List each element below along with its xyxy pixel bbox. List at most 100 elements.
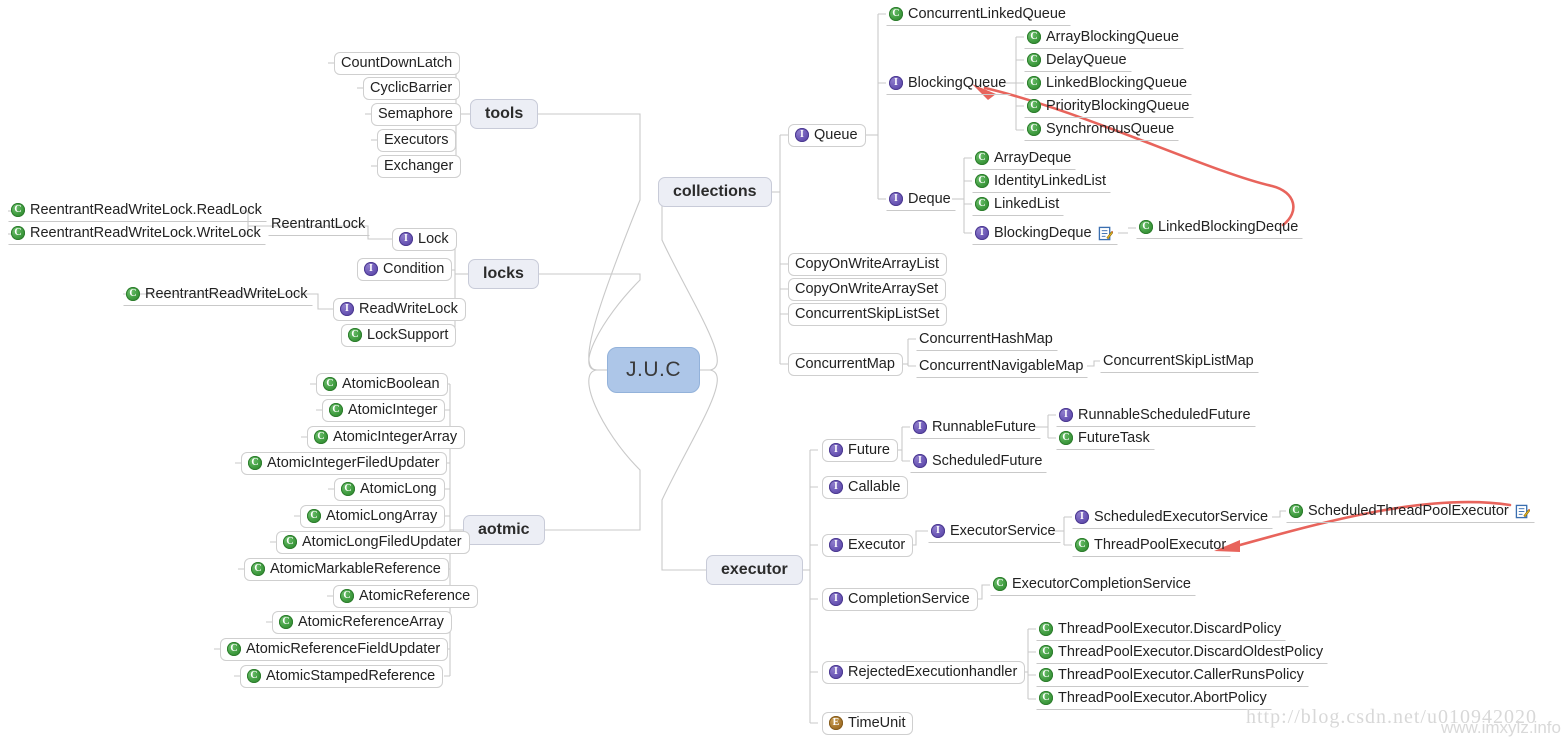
node-cyclic-barrier[interactable]: CyclicBarrier bbox=[363, 77, 461, 100]
node-label: AtomicReferenceArray bbox=[298, 613, 444, 630]
node-reentrant-read-write-lock[interactable]: C ReentrantReadWriteLock bbox=[123, 283, 313, 306]
node-priority-blocking-queue[interactable]: C PriorityBlockingQueue bbox=[1024, 95, 1195, 118]
node-concurrent-navigable-map[interactable]: ConcurrentNavigableMap bbox=[916, 355, 1089, 378]
class-icon: C bbox=[1027, 122, 1041, 136]
node-semaphore[interactable]: Semaphore bbox=[371, 103, 461, 126]
node-reentrant-read-write-lock-writelock[interactable]: C ReentrantReadWriteLock.WriteLock bbox=[8, 222, 266, 245]
node-atomic-long-filed-updater[interactable]: C AtomicLongFiledUpdater bbox=[276, 531, 470, 554]
node-label: ReentrantReadWriteLock.WriteLock bbox=[30, 224, 261, 241]
node-runnable-scheduled-future[interactable]: I RunnableScheduledFuture bbox=[1056, 404, 1256, 427]
branch-collections-label: collections bbox=[673, 183, 757, 200]
node-atomic-reference-array[interactable]: C AtomicReferenceArray bbox=[272, 611, 452, 634]
node-label: ArrayDeque bbox=[994, 149, 1072, 166]
enum-icon: E bbox=[829, 716, 843, 730]
interface-icon: I bbox=[829, 665, 843, 679]
node-atomic-long[interactable]: C AtomicLong bbox=[334, 478, 445, 501]
node-executor-completion-service[interactable]: C ExecutorCompletionService bbox=[990, 573, 1196, 596]
node-lock-support[interactable]: C LockSupport bbox=[341, 324, 457, 347]
node-atomic-integer[interactable]: C AtomicInteger bbox=[322, 399, 446, 422]
node-concurrent-skip-list-map[interactable]: ConcurrentSkipListMap bbox=[1100, 350, 1259, 373]
node-scheduled-thread-pool-executor[interactable]: C ScheduledThreadPoolExecutor bbox=[1286, 500, 1535, 523]
node-read-write-lock[interactable]: I ReadWriteLock bbox=[333, 298, 466, 321]
node-scheduled-future[interactable]: I ScheduledFuture bbox=[910, 450, 1048, 473]
node-concurrent-skip-list-set[interactable]: ConcurrentSkipListSet bbox=[788, 303, 948, 326]
branch-tools[interactable]: tools bbox=[470, 99, 539, 129]
branch-collections[interactable]: collections bbox=[658, 177, 772, 207]
node-atomic-markable-reference[interactable]: C AtomicMarkableReference bbox=[244, 558, 449, 581]
node-reentrant-read-write-lock-readlock[interactable]: C ReentrantReadWriteLock.ReadLock bbox=[8, 199, 267, 222]
node-label: TimeUnit bbox=[848, 714, 906, 731]
node-array-blocking-queue[interactable]: C ArrayBlockingQueue bbox=[1024, 26, 1184, 49]
node-identity-linked-list[interactable]: C IdentityLinkedList bbox=[972, 170, 1112, 193]
node-runnable-future[interactable]: I RunnableFuture bbox=[910, 416, 1041, 439]
node-label: AtomicStampedReference bbox=[266, 667, 436, 684]
node-label: ThreadPoolExecutor bbox=[1094, 536, 1227, 553]
watermark-imxylz: www.imxylz.info bbox=[1441, 718, 1561, 737]
node-atomic-long-array[interactable]: C AtomicLongArray bbox=[300, 505, 446, 528]
node-count-down-latch[interactable]: CountDownLatch bbox=[334, 52, 461, 75]
node-label: ConcurrentSkipListSet bbox=[795, 305, 940, 322]
node-executor-service[interactable]: I ExecutorService bbox=[928, 520, 1061, 543]
node-atomic-reference[interactable]: C AtomicReference bbox=[333, 585, 479, 608]
node-rejected-execution-handler[interactable]: I RejectedExecutionhandler bbox=[822, 661, 1026, 684]
node-synchronous-queue[interactable]: C SynchronousQueue bbox=[1024, 118, 1180, 141]
node-future-task[interactable]: C FutureTask bbox=[1056, 427, 1155, 450]
node-label: ConcurrentLinkedQueue bbox=[908, 5, 1066, 22]
node-delay-queue[interactable]: C DelayQueue bbox=[1024, 49, 1132, 72]
node-atomic-reference-field-updater[interactable]: C AtomicReferenceFieldUpdater bbox=[220, 638, 449, 661]
node-concurrent-linked-queue[interactable]: C ConcurrentLinkedQueue bbox=[886, 3, 1071, 26]
node-label: Condition bbox=[383, 260, 445, 277]
node-callable[interactable]: I Callable bbox=[822, 476, 909, 499]
node-blocking-queue[interactable]: I BlockingQueue bbox=[886, 72, 1012, 95]
node-concurrent-map[interactable]: ConcurrentMap bbox=[788, 353, 903, 376]
class-icon: C bbox=[1039, 691, 1053, 705]
node-executors[interactable]: Executors bbox=[377, 129, 457, 152]
branch-executor-label: executor bbox=[721, 561, 788, 578]
node-discard-oldest-policy[interactable]: C ThreadPoolExecutor.DiscardOldestPolicy bbox=[1036, 641, 1329, 664]
class-icon: C bbox=[126, 287, 140, 301]
node-condition[interactable]: I Condition bbox=[357, 258, 453, 281]
node-linked-list[interactable]: C LinkedList bbox=[972, 193, 1065, 216]
interface-icon: I bbox=[1075, 510, 1089, 524]
node-atomic-integer-filed-updater[interactable]: C AtomicIntegerFiledUpdater bbox=[241, 452, 448, 475]
interface-icon: I bbox=[340, 302, 354, 316]
branch-locks[interactable]: locks bbox=[468, 259, 539, 289]
node-label: Callable bbox=[848, 478, 901, 495]
node-linked-blocking-queue[interactable]: C LinkedBlockingQueue bbox=[1024, 72, 1193, 95]
node-caller-runs-policy[interactable]: C ThreadPoolExecutor.CallerRunsPolicy bbox=[1036, 664, 1309, 687]
branch-executor[interactable]: executor bbox=[706, 555, 803, 585]
node-copy-on-write-array-list[interactable]: CopyOnWriteArrayList bbox=[788, 253, 947, 276]
branch-aotmic[interactable]: aotmic bbox=[463, 515, 545, 545]
node-label: Exchanger bbox=[384, 157, 454, 174]
node-label: AtomicInteger bbox=[348, 401, 438, 418]
node-time-unit[interactable]: E TimeUnit bbox=[822, 712, 914, 735]
node-deque[interactable]: I Deque bbox=[886, 188, 956, 211]
node-completion-service[interactable]: I CompletionService bbox=[822, 588, 978, 611]
connector-lines bbox=[8, 13, 1512, 724]
node-label: AtomicBoolean bbox=[342, 375, 440, 392]
node-atomic-boolean[interactable]: C AtomicBoolean bbox=[316, 373, 448, 396]
node-executor[interactable]: I Executor bbox=[822, 534, 914, 557]
node-reentrant-lock[interactable]: ReentrantLock bbox=[268, 213, 371, 236]
node-queue[interactable]: I Queue bbox=[788, 124, 866, 147]
node-blocking-deque[interactable]: I BlockingDeque bbox=[972, 222, 1118, 245]
node-label: ThreadPoolExecutor.DiscardOldestPolicy bbox=[1058, 643, 1324, 660]
class-icon: C bbox=[975, 174, 989, 188]
node-exchanger[interactable]: Exchanger bbox=[377, 155, 462, 178]
node-thread-pool-executor[interactable]: C ThreadPoolExecutor bbox=[1072, 534, 1232, 557]
node-lock[interactable]: I Lock bbox=[392, 228, 457, 251]
node-linked-blocking-deque[interactable]: C LinkedBlockingDeque bbox=[1136, 216, 1304, 239]
node-scheduled-executor-service[interactable]: I ScheduledExecutorService bbox=[1072, 506, 1274, 529]
node-copy-on-write-array-set[interactable]: CopyOnWriteArraySet bbox=[788, 278, 947, 301]
root-node-juc[interactable]: J.U.C bbox=[607, 347, 700, 393]
node-discard-policy[interactable]: C ThreadPoolExecutor.DiscardPolicy bbox=[1036, 618, 1287, 641]
node-label: ReentrantReadWriteLock bbox=[145, 285, 308, 302]
node-array-deque[interactable]: C ArrayDeque bbox=[972, 147, 1077, 170]
node-abort-policy[interactable]: C ThreadPoolExecutor.AbortPolicy bbox=[1036, 687, 1272, 710]
mindmap-canvas: J.U.C tools locks aotmic collections exe… bbox=[0, 0, 1563, 740]
node-future[interactable]: I Future bbox=[822, 439, 898, 462]
node-atomic-integer-array[interactable]: C AtomicIntegerArray bbox=[307, 426, 466, 449]
node-atomic-stamped-reference[interactable]: C AtomicStampedReference bbox=[240, 665, 444, 688]
node-concurrent-hash-map[interactable]: ConcurrentHashMap bbox=[916, 328, 1058, 351]
node-label: PriorityBlockingQueue bbox=[1046, 97, 1190, 114]
